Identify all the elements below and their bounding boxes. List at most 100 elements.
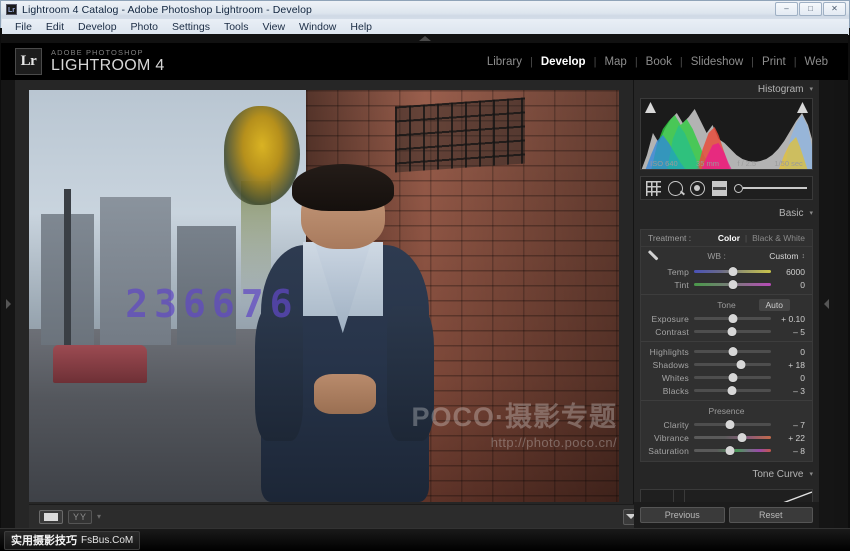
menu-file[interactable]: File xyxy=(8,19,39,35)
minimize-button[interactable]: – xyxy=(775,2,798,16)
previous-button[interactable]: Previous xyxy=(640,507,725,523)
divider xyxy=(641,294,812,295)
menu-photo[interactable]: Photo xyxy=(124,19,165,35)
menu-window[interactable]: Window xyxy=(292,19,343,35)
maximize-button[interactable]: □ xyxy=(799,2,822,16)
tone-curve-header[interactable]: Tone Curve ▾ xyxy=(634,465,819,483)
slider-tint[interactable]: Tint0 xyxy=(641,278,812,291)
module-map[interactable]: Map xyxy=(596,56,634,68)
slider-knob[interactable] xyxy=(737,433,746,442)
subject-arm-right xyxy=(387,306,435,441)
exif-shutter-speed: 1/50 sec xyxy=(774,159,802,168)
tone-curve-title: Tone Curve xyxy=(752,469,803,480)
histogram-header[interactable]: Histogram ▾ xyxy=(634,80,819,98)
slider-exposure[interactable]: Exposure+ 0.10 xyxy=(641,312,812,325)
module-library[interactable]: Library xyxy=(479,56,530,68)
slider-track[interactable] xyxy=(694,436,771,439)
loupe-view-button[interactable] xyxy=(39,510,63,524)
slider-track[interactable] xyxy=(694,317,771,320)
menu-develop[interactable]: Develop xyxy=(71,19,124,35)
slider-track[interactable] xyxy=(694,330,771,333)
slider-knob[interactable] xyxy=(728,314,737,323)
slider-label: Tint xyxy=(648,280,694,290)
slider-contrast[interactable]: Contrast– 5 xyxy=(641,325,812,338)
wb-stepper-icon[interactable]: ↕ xyxy=(802,253,806,260)
slider-value: 0 xyxy=(771,373,805,383)
adjustment-brush-icon[interactable] xyxy=(734,182,807,195)
slider-clarity[interactable]: Clarity– 7 xyxy=(641,418,812,431)
crop-overlay-icon[interactable] xyxy=(646,181,661,196)
slider-temp[interactable]: Temp6000 xyxy=(641,265,812,278)
compare-view-button[interactable]: YY xyxy=(68,510,92,524)
graduated-filter-icon[interactable] xyxy=(712,181,727,196)
menu-edit[interactable]: Edit xyxy=(39,19,71,35)
slider-track[interactable] xyxy=(694,363,771,366)
slider-track[interactable] xyxy=(694,350,771,353)
wb-label: WB : xyxy=(707,251,725,261)
histogram-graph[interactable]: ISO 640 35 mm f / 2.5 1/50 sec xyxy=(640,98,813,170)
slider-label: Blacks xyxy=(648,386,694,396)
identity-text: ADOBE PHOTOSHOP LIGHTROOM 4 xyxy=(51,49,165,75)
auto-tone-button[interactable]: Auto xyxy=(759,299,791,311)
image-canvas[interactable]: 236676 POCO·摄影专题 http://photo.poco.cn/ Y… xyxy=(15,80,633,528)
treatment-color-option[interactable]: Color xyxy=(718,233,740,243)
slider-knob[interactable] xyxy=(727,386,736,395)
toolbar-caret-icon[interactable]: ▾ xyxy=(97,512,101,521)
slider-vibrance[interactable]: Vibrance+ 22 xyxy=(641,431,812,444)
slider-track[interactable] xyxy=(694,423,771,426)
treatment-bw-option[interactable]: Black & White xyxy=(752,233,805,243)
left-panel-toggle[interactable] xyxy=(1,80,15,528)
red-eye-correction-icon[interactable] xyxy=(690,181,705,196)
top-panel-toggle[interactable] xyxy=(1,34,848,43)
close-icon: ✕ xyxy=(831,5,838,13)
module-slideshow[interactable]: Slideshow xyxy=(683,56,751,68)
chevron-down-icon[interactable]: ▾ xyxy=(809,470,813,478)
taskbar-item[interactable]: 实用摄影技巧 FsBus.CoM xyxy=(4,531,140,550)
window-titlebar[interactable]: Lr Lightroom 4 Catalog - Adobe Photoshop… xyxy=(1,1,849,18)
slider-track[interactable] xyxy=(694,283,771,286)
slider-value: – 8 xyxy=(771,446,805,456)
subject-hands xyxy=(314,374,376,415)
module-print[interactable]: Print xyxy=(754,56,794,68)
slider-knob[interactable] xyxy=(726,446,735,455)
slider-highlights[interactable]: Highlights0 xyxy=(641,345,812,358)
presence-slider-group: Clarity– 7Vibrance+ 22Saturation– 8 xyxy=(641,418,812,457)
wb-slider-group: Temp6000Tint0 xyxy=(641,265,812,291)
menu-view[interactable]: View xyxy=(255,19,292,35)
slider-track[interactable] xyxy=(694,449,771,452)
right-panel-toggle[interactable] xyxy=(819,80,834,528)
slider-track[interactable] xyxy=(694,270,771,273)
work-area: 236676 POCO·摄影专题 http://photo.poco.cn/ Y… xyxy=(1,80,848,528)
wb-preset-value[interactable]: Custom xyxy=(769,251,798,261)
white-balance-selector-icon[interactable] xyxy=(648,248,664,264)
slider-saturation[interactable]: Saturation– 8 xyxy=(641,444,812,457)
slider-knob[interactable] xyxy=(727,327,736,336)
slider-knob[interactable] xyxy=(728,347,737,356)
spot-removal-icon[interactable] xyxy=(668,181,683,196)
menu-tools[interactable]: Tools xyxy=(217,19,256,35)
slider-shadows[interactable]: Shadows+ 18 xyxy=(641,358,812,371)
slider-knob[interactable] xyxy=(728,280,737,289)
photo-preview[interactable]: 236676 POCO·摄影专题 http://photo.poco.cn/ xyxy=(29,90,619,502)
basic-panel-header[interactable]: Basic ▾ xyxy=(634,204,819,222)
module-develop[interactable]: Develop xyxy=(533,56,594,68)
slider-knob[interactable] xyxy=(736,360,745,369)
module-web[interactable]: Web xyxy=(797,56,836,68)
module-book[interactable]: Book xyxy=(638,56,680,68)
slider-whites[interactable]: Whites0 xyxy=(641,371,812,384)
window-title: Lightroom 4 Catalog - Adobe Photoshop Li… xyxy=(22,4,312,16)
slider-blacks[interactable]: Blacks– 3 xyxy=(641,384,812,397)
slider-knob[interactable] xyxy=(726,420,735,429)
slider-knob[interactable] xyxy=(728,267,737,276)
slider-knob[interactable] xyxy=(728,373,737,382)
reset-button[interactable]: Reset xyxy=(729,507,814,523)
menu-help[interactable]: Help xyxy=(343,19,379,35)
menu-settings[interactable]: Settings xyxy=(165,19,217,35)
slider-track[interactable] xyxy=(694,376,771,379)
chevron-down-icon[interactable]: ▾ xyxy=(809,85,813,93)
lightroom-app: Lr ADOBE PHOTOSHOP LIGHTROOM 4 Library|D… xyxy=(1,34,848,528)
close-button[interactable]: ✕ xyxy=(823,2,846,16)
slider-track[interactable] xyxy=(694,389,771,392)
slider-label: Shadows xyxy=(648,360,694,370)
chevron-down-icon[interactable]: ▾ xyxy=(809,209,813,217)
